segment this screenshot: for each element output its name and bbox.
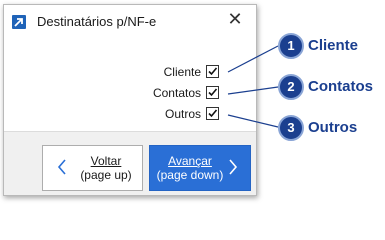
- callout-badge-2: 2: [278, 74, 304, 100]
- callout-line-3: [227, 114, 279, 128]
- callout-label-3: Outros: [308, 119, 358, 136]
- callout-line-2: [227, 86, 279, 95]
- callout-line-1: [227, 45, 279, 73]
- callout-badge-1: 1: [278, 33, 304, 59]
- callout-label-2: Contatos: [308, 78, 373, 95]
- callout-label-1: Cliente: [308, 37, 359, 54]
- callout-leader-lines: [227, 45, 279, 128]
- callout-badge-3: 3: [278, 115, 304, 141]
